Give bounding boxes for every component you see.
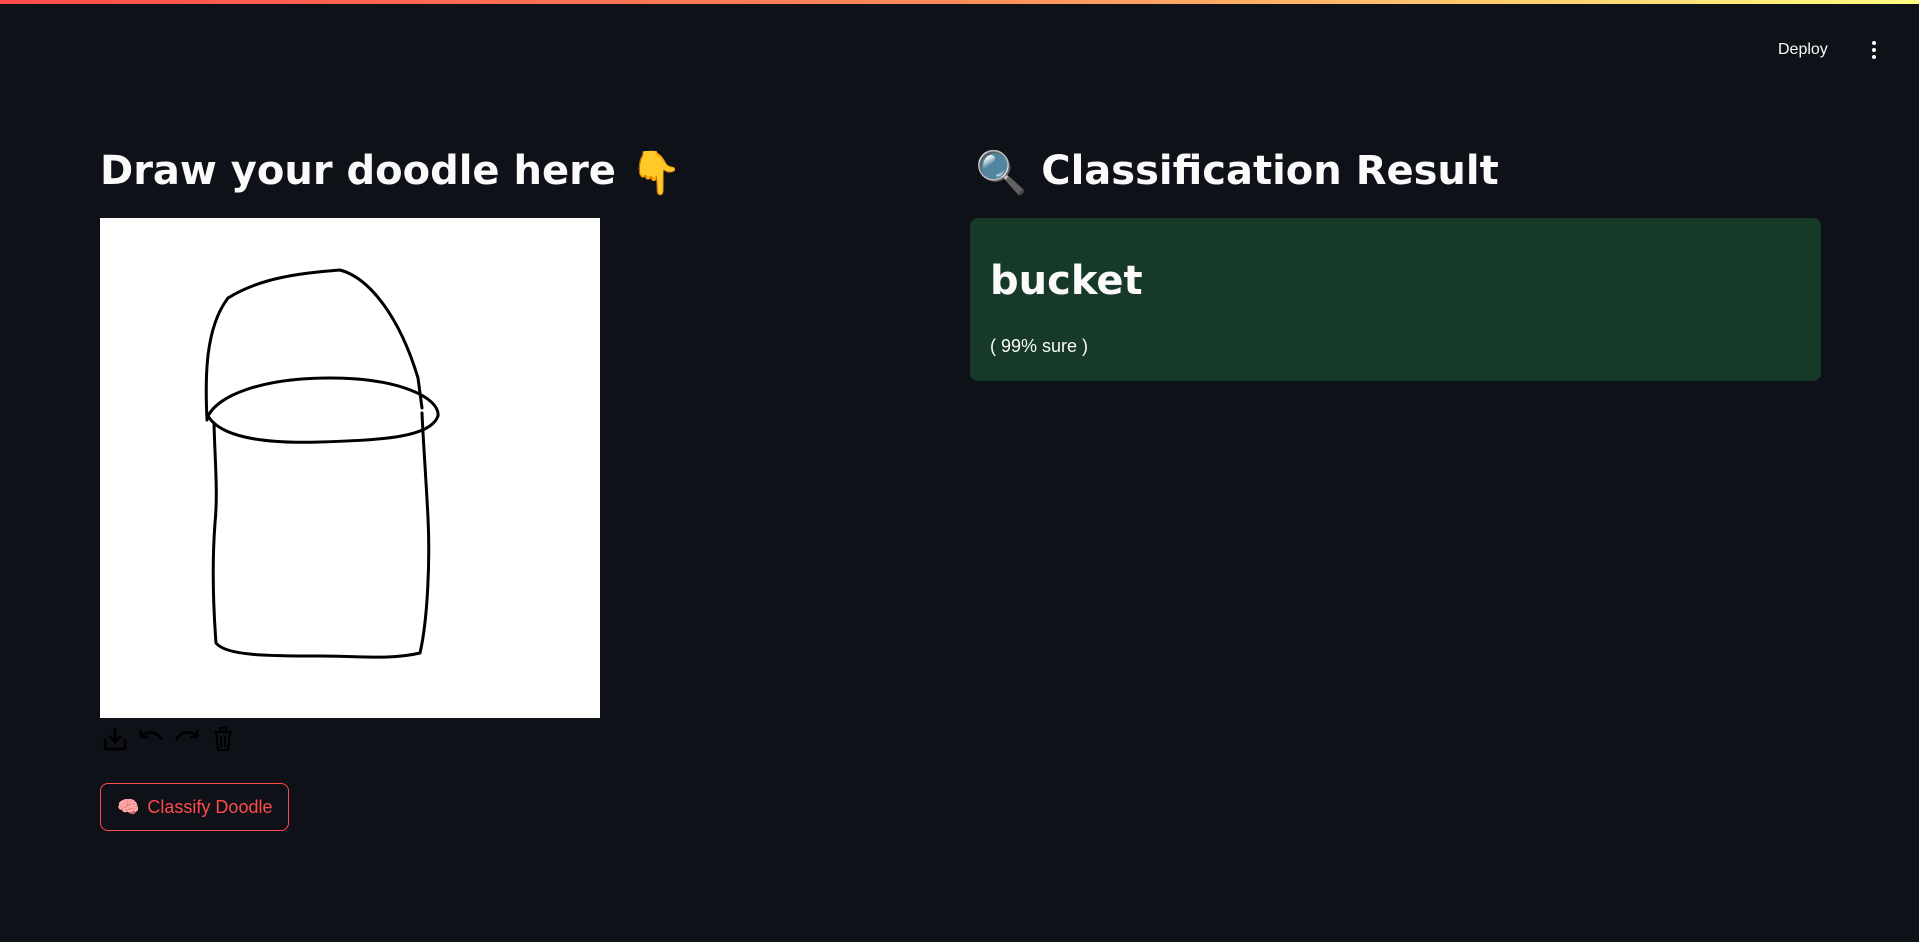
magnifier-icon: 🔍 <box>975 148 1028 197</box>
download-icon[interactable] <box>100 724 130 754</box>
doodle-drawing <box>204 268 440 659</box>
result-heading-text: Classification Result <box>1041 148 1499 194</box>
predicted-class: bucket <box>990 258 1143 304</box>
pointing-down-icon: 👇 <box>629 148 683 197</box>
kebab-menu-icon[interactable] <box>1862 36 1886 64</box>
top-decoration-bar <box>0 0 1919 4</box>
redo-icon[interactable] <box>172 724 202 754</box>
canvas-toolbar <box>100 724 238 754</box>
classify-doodle-button[interactable]: 🧠 Classify Doodle <box>100 783 290 831</box>
draw-heading: Draw your doodle here 👇 <box>100 146 682 198</box>
draw-heading-text: Draw your doodle here <box>100 148 616 194</box>
confidence-text: ( 99% sure ) <box>990 336 1089 356</box>
trash-icon[interactable] <box>208 724 238 754</box>
drawing-canvas[interactable] <box>100 218 600 718</box>
result-card: bucket ( 99% sure ) <box>970 218 1821 381</box>
undo-icon[interactable] <box>136 724 166 754</box>
result-heading: 🔍 Classification Result <box>975 146 1499 198</box>
brain-icon: 🧠 <box>117 796 140 817</box>
deploy-button[interactable]: Deploy <box>1770 36 1836 64</box>
classify-doodle-label: Classify Doodle <box>147 796 273 817</box>
